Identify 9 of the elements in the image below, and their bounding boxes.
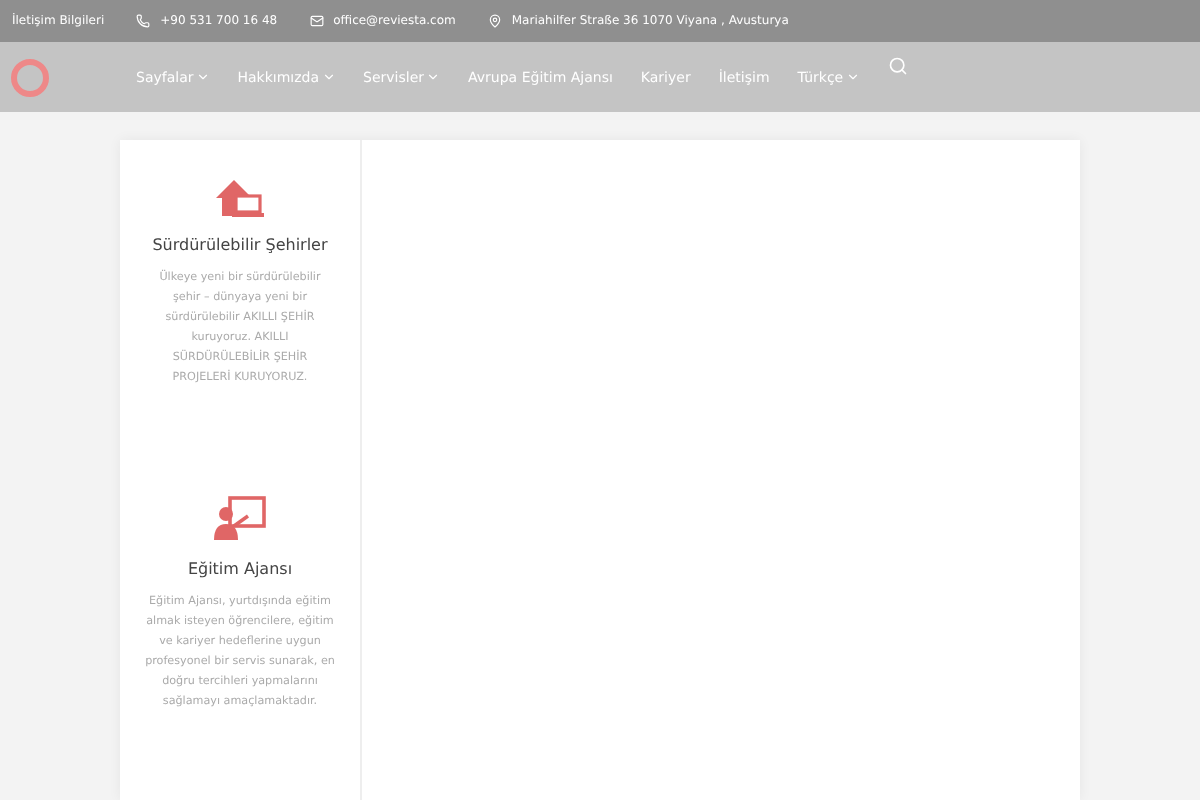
house-laptop-icon <box>212 176 268 220</box>
feature-title: Sürdürülebilir Şehirler <box>152 236 328 254</box>
search-icon[interactable] <box>887 55 908 75</box>
location-icon <box>487 14 502 28</box>
logo-ring-icon <box>8 55 52 99</box>
mail-icon <box>309 14 324 28</box>
feature-title: Eğitim Ajansı <box>187 560 293 578</box>
phone-icon <box>136 14 151 28</box>
teacher-board-icon <box>212 496 268 544</box>
